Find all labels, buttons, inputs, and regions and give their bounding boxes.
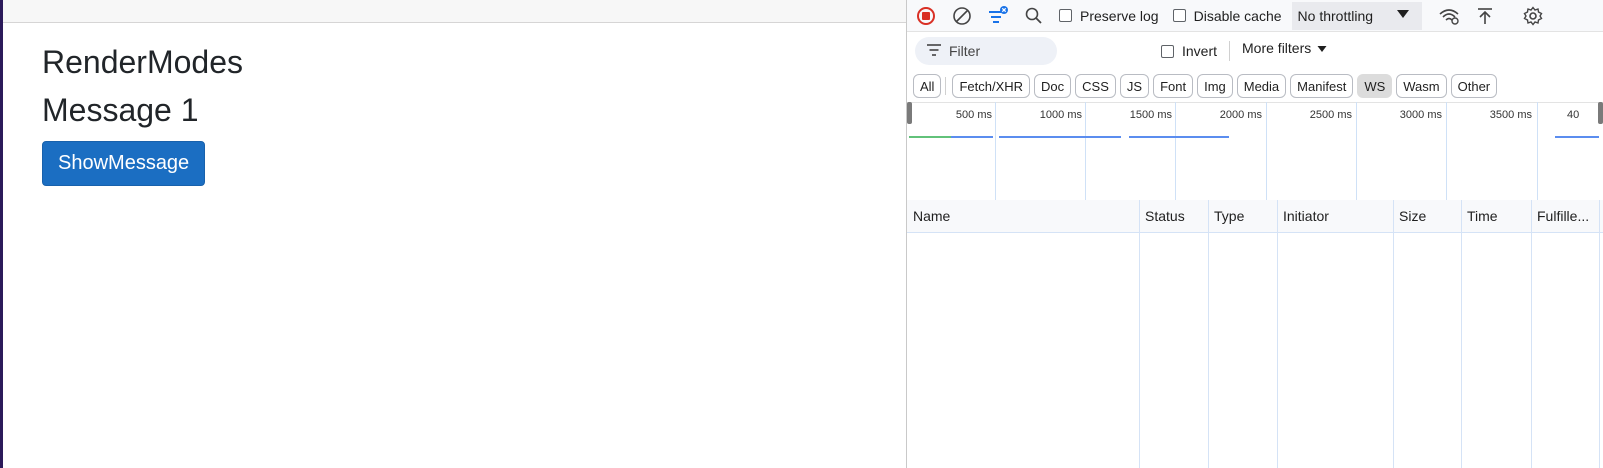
preserve-log-label: Preserve log: [1080, 7, 1159, 24]
timeline-gridline: [1266, 102, 1267, 200]
filter-chip-other[interactable]: Other: [1450, 74, 1498, 98]
timeline-tick-label: 1500 ms: [1129, 109, 1172, 121]
timeline-tick-label: 2500 ms: [1309, 109, 1352, 121]
chevron-down-icon: [1390, 7, 1416, 24]
request-table-header: Name Status Type Initiator Size Time Ful…: [907, 200, 1603, 233]
app-content: RenderModes Message 1 ShowMessage: [42, 42, 243, 186]
more-filters-button[interactable]: More filters: [1242, 40, 1327, 56]
filter-chip-img[interactable]: Img: [1197, 74, 1233, 98]
filter-chip-doc[interactable]: Doc: [1034, 74, 1072, 98]
filter-chip-font[interactable]: Font: [1153, 74, 1194, 98]
clear-icon[interactable]: [951, 5, 973, 27]
filter-input[interactable]: Filter: [915, 37, 1057, 65]
timeline-gridline: [995, 102, 996, 200]
column-header-time[interactable]: Time: [1461, 200, 1527, 232]
filter-chip-js[interactable]: JS: [1119, 74, 1150, 98]
app-viewport: RenderModes Message 1 ShowMessage: [0, 0, 906, 468]
filter-chip-css[interactable]: CSS: [1075, 74, 1116, 98]
filter-toggle-icon[interactable]: [987, 5, 1009, 27]
timeline-overview[interactable]: 500 ms 1000 ms 1500 ms 2000 ms 2500 ms 3…: [907, 102, 1603, 201]
preserve-log-checkbox[interactable]: Preserve log: [1059, 8, 1159, 24]
filter-chip-media[interactable]: Media: [1236, 74, 1287, 98]
filter-chip-all[interactable]: All: [913, 74, 942, 98]
timeline-request-bar: [951, 136, 993, 138]
filter-chip-wasm[interactable]: Wasm: [1396, 74, 1447, 98]
filter-placeholder: Filter: [949, 43, 981, 59]
timeline-tick-label: 3500 ms: [1489, 109, 1532, 121]
timeline-tick-label: 40: [1567, 109, 1580, 121]
timeline-tick-label: 2000 ms: [1219, 109, 1262, 121]
column-divider: [1393, 200, 1394, 468]
network-conditions-icon[interactable]: [1438, 5, 1460, 27]
column-header-initiator[interactable]: Initiator: [1277, 200, 1388, 232]
column-header-name[interactable]: Name: [907, 200, 1138, 232]
filter-bar: Filter Invert More filters: [907, 32, 1603, 70]
column-header-size[interactable]: Size: [1393, 200, 1459, 232]
timeline-request-bar: [1555, 136, 1599, 138]
timeline-request-bar: [1129, 136, 1229, 138]
timeline-tick-label: 3000 ms: [1399, 109, 1442, 121]
throttling-value: No throttling: [1297, 7, 1374, 24]
column-divider: [1208, 200, 1209, 468]
disable-cache-label: Disable cache: [1193, 7, 1282, 24]
timeline-gridline: [1356, 102, 1357, 200]
gear-icon[interactable]: [1522, 5, 1544, 27]
timeline-left-handle[interactable]: [907, 102, 912, 124]
search-icon[interactable]: [1023, 5, 1045, 27]
timeline-request-bar: [999, 136, 1121, 138]
invert-checkbox-box[interactable]: [1161, 44, 1174, 58]
column-header-type[interactable]: Type: [1208, 200, 1274, 232]
chip-divider: [945, 77, 947, 95]
column-header-fulfilled-by[interactable]: Fulfille...: [1531, 200, 1603, 232]
filter-chip-ws[interactable]: WS: [1357, 74, 1393, 98]
column-header-status[interactable]: Status: [1139, 200, 1205, 232]
column-divider: [1139, 200, 1140, 468]
timeline-gridline: [1175, 102, 1176, 200]
column-divider: [1277, 200, 1278, 468]
disable-cache-checkbox-box[interactable]: [1172, 9, 1186, 22]
show-message-button[interactable]: ShowMessage: [42, 141, 206, 186]
devtools-network-panel: Preserve log Disable cache No throttling: [906, 0, 1603, 468]
timeline-right-handle[interactable]: [1598, 102, 1603, 124]
invert-checkbox[interactable]: Invert: [1161, 43, 1217, 59]
caret-down-icon: [1317, 40, 1327, 56]
filter-divider: [1229, 41, 1231, 61]
timeline-gridline: [1446, 102, 1447, 200]
resource-type-filters: All Fetch/XHR Doc CSS JS Font Img Media …: [907, 70, 1603, 103]
timeline-tick-label: 1000 ms: [1039, 109, 1082, 121]
timeline-request-bar: [909, 136, 951, 138]
filter-chip-manifest[interactable]: Manifest: [1290, 74, 1354, 98]
invert-label: Invert: [1182, 43, 1218, 59]
preserve-log-checkbox-box[interactable]: [1059, 9, 1072, 22]
network-toolbar: Preserve log Disable cache No throttling: [907, 0, 1603, 32]
page-title: RenderModes: [42, 44, 243, 80]
timeline-gridline: [1085, 102, 1086, 200]
column-divider: [1461, 200, 1462, 468]
column-divider: [1599, 200, 1600, 468]
column-divider: [1531, 200, 1532, 468]
timeline-gridline: [1537, 102, 1538, 200]
filter-icon: [927, 43, 941, 59]
disable-cache-checkbox[interactable]: Disable cache: [1172, 7, 1282, 24]
timeline-tick-label: 500 ms: [955, 109, 992, 121]
message-heading: Message 1: [42, 92, 199, 128]
import-har-icon[interactable]: [1474, 5, 1496, 27]
record-stop-icon[interactable]: [915, 5, 937, 27]
app-top-bar: [3, 0, 906, 23]
throttling-select[interactable]: No throttling: [1291, 1, 1422, 30]
filter-chip-fetch-xhr[interactable]: Fetch/XHR: [952, 74, 1031, 98]
more-filters-label: More filters: [1242, 40, 1312, 56]
